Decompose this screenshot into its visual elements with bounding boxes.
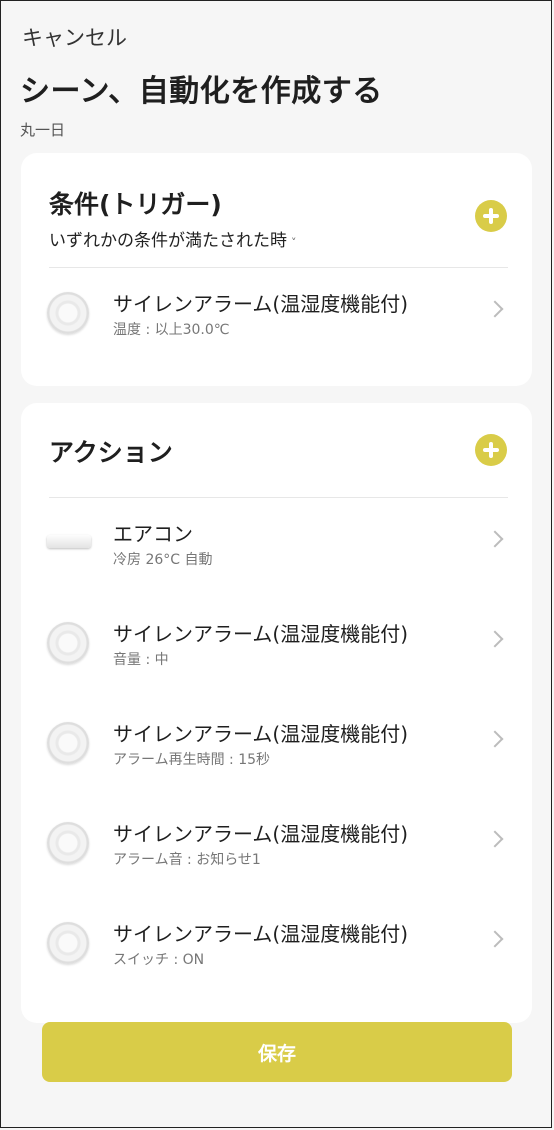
chevron-down-icon: ˅ bbox=[291, 236, 297, 249]
divider bbox=[49, 497, 508, 498]
action-title: アクション bbox=[49, 438, 173, 467]
action-item[interactable]: サイレンアラーム(温湿度機能付) 音量 : 中 bbox=[21, 603, 532, 683]
device-name: サイレンアラーム(温湿度機能付) bbox=[113, 292, 409, 316]
device-name: サイレンアラーム(温湿度機能付) bbox=[113, 722, 409, 746]
device-detail: 冷房 26°C 自動 bbox=[113, 552, 213, 568]
device-detail: アラーム音 : お知らせ1 bbox=[113, 852, 261, 868]
condition-mode-dropdown[interactable]: いずれかの条件が満たされた時 ˅ bbox=[49, 226, 297, 251]
device-detail: 音量 : 中 bbox=[113, 652, 169, 668]
chevron-right-icon bbox=[486, 300, 504, 318]
action-item[interactable]: サイレンアラーム(温湿度機能付) アラーム再生時間 : 15秒 bbox=[21, 703, 532, 783]
device-name: エアコン bbox=[113, 522, 193, 546]
chevron-right-icon bbox=[486, 530, 504, 548]
device-detail: 温度 : 以上30.0℃ bbox=[113, 322, 230, 338]
save-button[interactable]: 保存 bbox=[42, 1022, 512, 1082]
siren-icon bbox=[47, 622, 89, 664]
chevron-right-icon bbox=[486, 830, 504, 848]
cancel-button[interactable]: キャンセル bbox=[22, 22, 127, 52]
device-detail: スイッチ : ON bbox=[113, 952, 205, 968]
action-item[interactable]: エアコン 冷房 26°C 自動 bbox=[21, 503, 532, 583]
condition-mode-label: いずれかの条件が満たされた時 bbox=[49, 231, 287, 251]
action-card: アクション エアコン 冷房 26°C 自動 サイレンアラーム(温湿度機能付) 音… bbox=[21, 403, 532, 1023]
add-action-button[interactable] bbox=[475, 434, 507, 466]
page-title: シーン、自動化を作成する bbox=[20, 74, 383, 109]
device-detail: アラーム再生時間 : 15秒 bbox=[113, 752, 271, 768]
chevron-right-icon bbox=[486, 630, 504, 648]
siren-icon bbox=[47, 722, 89, 764]
chevron-right-icon bbox=[486, 730, 504, 748]
add-condition-button[interactable] bbox=[475, 200, 507, 232]
siren-icon bbox=[47, 922, 89, 964]
divider bbox=[49, 267, 508, 268]
chevron-right-icon bbox=[486, 930, 504, 948]
siren-icon bbox=[47, 822, 89, 864]
condition-title: 条件(トリガー) bbox=[49, 190, 222, 219]
action-item[interactable]: サイレンアラーム(温湿度機能付) アラーム音 : お知らせ1 bbox=[21, 803, 532, 883]
device-name: サイレンアラーム(温湿度機能付) bbox=[113, 622, 409, 646]
device-name: サイレンアラーム(温湿度機能付) bbox=[113, 922, 409, 946]
siren-icon bbox=[47, 292, 89, 334]
schedule-subtitle: 丸一日 bbox=[20, 121, 66, 139]
device-name: サイレンアラーム(温湿度機能付) bbox=[113, 822, 409, 846]
action-item[interactable]: サイレンアラーム(温湿度機能付) スイッチ : ON bbox=[21, 903, 532, 983]
air-conditioner-icon bbox=[47, 535, 91, 548]
condition-card: 条件(トリガー) いずれかの条件が満たされた時 ˅ サイレンアラーム(温湿度機能付… bbox=[21, 153, 532, 386]
condition-item[interactable]: サイレンアラーム(温湿度機能付) 温度 : 以上30.0℃ bbox=[21, 273, 532, 353]
